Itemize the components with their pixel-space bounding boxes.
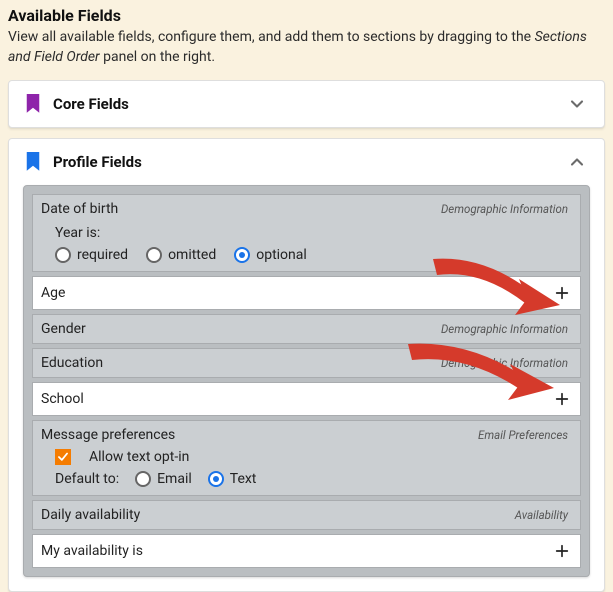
field-label: School	[41, 391, 552, 407]
subtitle-part2: panel on the right.	[100, 49, 215, 65]
field-label: Education	[41, 355, 441, 371]
field-category-tag: Demographic Information	[441, 356, 572, 370]
field-education[interactable]: Education Demographic Information	[32, 348, 581, 378]
radio-label: omitted	[168, 247, 216, 263]
field-date-of-birth[interactable]: Date of birth Demographic Information Ye…	[32, 194, 581, 272]
dob-option-optional[interactable]: optional	[234, 247, 307, 263]
field-category-tag: Demographic Information	[441, 202, 572, 216]
field-label: Age	[41, 285, 552, 301]
page-subtitle: View all available fields, configure the…	[8, 27, 605, 68]
field-label: Date of birth	[41, 201, 441, 217]
field-gender[interactable]: Gender Demographic Information	[32, 314, 581, 344]
panel-core-fields: Core Fields	[8, 80, 605, 128]
chevron-up-icon	[566, 151, 588, 173]
field-age[interactable]: Age	[32, 276, 581, 310]
default-to-label: Default to:	[55, 471, 119, 487]
panel-core-header[interactable]: Core Fields	[9, 81, 604, 127]
chevron-down-icon	[566, 93, 588, 115]
field-my-availability[interactable]: My availability is	[32, 534, 581, 568]
field-message-preferences[interactable]: Message preferences Email Preferences Al…	[32, 420, 581, 496]
checkbox-label: Allow text opt-in	[89, 449, 189, 465]
radio-icon	[135, 471, 151, 487]
bookmark-icon	[25, 152, 41, 172]
field-category-tag: Email Preferences	[478, 428, 572, 442]
field-label: My availability is	[41, 543, 552, 559]
radio-icon	[234, 247, 250, 263]
subtitle-part1: View all available fields, configure the…	[8, 29, 535, 45]
dob-option-required[interactable]: required	[55, 247, 128, 263]
radio-label: Text	[230, 471, 257, 487]
radio-label: Email	[157, 471, 192, 487]
radio-icon	[55, 247, 71, 263]
radio-icon	[146, 247, 162, 263]
dob-year-radio-group: required omitted optional	[55, 247, 570, 263]
panel-profile-title: Profile Fields	[53, 153, 566, 171]
field-dob-subtitle: Year is:	[55, 225, 570, 241]
default-option-text[interactable]: Text	[208, 471, 257, 487]
radio-icon	[208, 471, 224, 487]
field-dob-body: Year is: required omitted	[33, 225, 580, 271]
fields-container: Date of birth Demographic Information Ye…	[23, 185, 590, 577]
page-root: Available Fields View all available fiel…	[0, 0, 613, 592]
default-option-email[interactable]: Email	[135, 471, 192, 487]
default-to-row: Default to: Email Text	[55, 471, 570, 487]
field-school[interactable]: School	[32, 382, 581, 416]
page-title: Available Fields	[8, 6, 605, 25]
panel-core-title: Core Fields	[53, 95, 566, 113]
add-field-button[interactable]	[552, 283, 572, 303]
field-category-tag: Demographic Information	[441, 322, 572, 336]
bookmark-icon	[25, 94, 41, 114]
panel-profile-body: Date of birth Demographic Information Ye…	[9, 185, 604, 591]
field-label: Gender	[41, 321, 441, 337]
panel-profile-fields: Profile Fields Date of birth Demographic…	[8, 138, 605, 592]
panel-profile-header[interactable]: Profile Fields	[9, 139, 604, 185]
radio-label: required	[77, 247, 128, 263]
checkbox-icon	[55, 449, 71, 465]
add-field-button[interactable]	[552, 389, 572, 409]
field-msgprefs-body: Allow text opt-in Default to: Email Text	[33, 449, 580, 495]
allow-text-optin-row[interactable]: Allow text opt-in	[55, 449, 570, 465]
field-label: Message preferences	[41, 427, 478, 443]
dob-option-omitted[interactable]: omitted	[146, 247, 216, 263]
add-field-button[interactable]	[552, 541, 572, 561]
radio-label: optional	[256, 247, 307, 263]
